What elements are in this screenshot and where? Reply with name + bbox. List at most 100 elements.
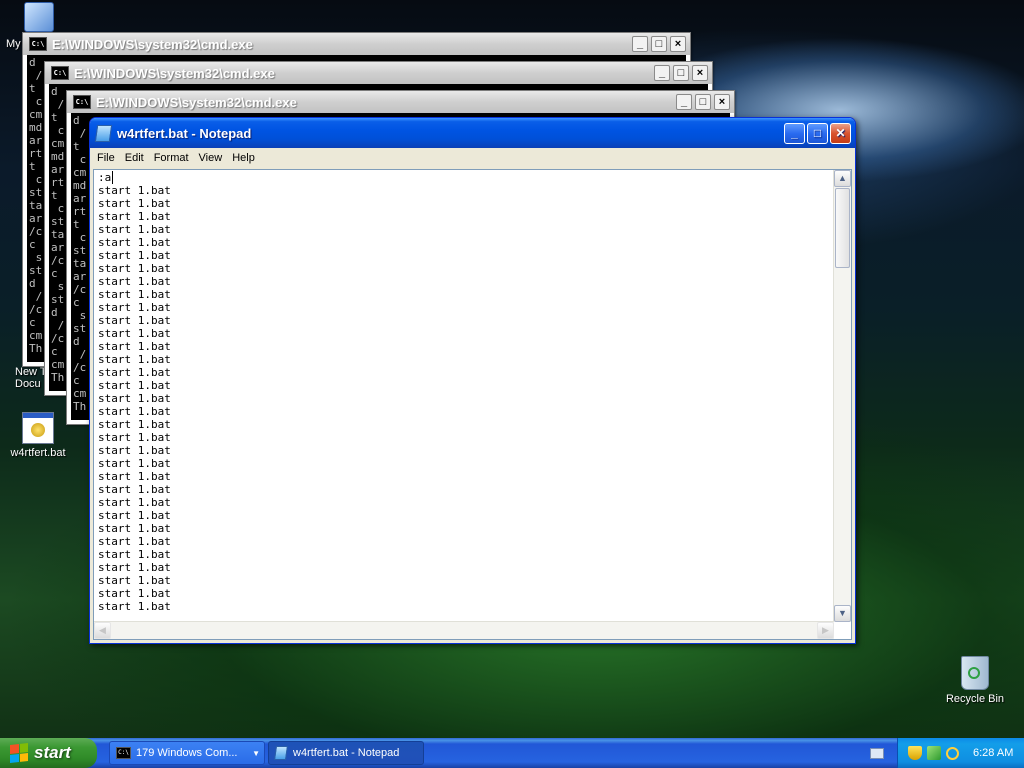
system-tray: 6:28 AM <box>897 738 1024 768</box>
horizontal-scrollbar[interactable]: ◀ ▶ <box>94 621 834 639</box>
window-title: E:\WINDOWS\system32\cmd.exe <box>52 36 253 52</box>
network-icon[interactable] <box>927 746 941 760</box>
cmd-icon: C:\ <box>29 37 47 51</box>
window-title: w4rtfert.bat - Notepad <box>117 125 252 141</box>
minimize-button[interactable]: _ <box>784 122 805 144</box>
windows-logo-icon <box>10 743 28 763</box>
notepad-title-bar[interactable]: w4rtfert.bat - Notepad _ □ ✕ <box>90 118 855 148</box>
text-line: start 1.bat <box>98 405 171 418</box>
text-line: start 1.bat <box>98 496 171 509</box>
menu-bar: File Edit Format View Help <box>90 148 855 168</box>
cmd-title-bar[interactable]: C:\ E:\WINDOWS\system32\cmd.exe _ □ × <box>67 91 734 113</box>
cmd-icon: C:\ <box>116 747 131 759</box>
text-line: start 1.bat <box>98 392 171 405</box>
notepad-window[interactable]: w4rtfert.bat - Notepad _ □ ✕ File Edit F… <box>89 117 856 644</box>
text-caret <box>112 171 114 184</box>
text-line: start 1.bat <box>98 379 171 392</box>
menu-view[interactable]: View <box>194 152 228 164</box>
desktop-icon-bat-file[interactable]: w4rtfert.bat <box>4 412 72 459</box>
cmd-title-bar[interactable]: C:\ E:\WINDOWS\system32\cmd.exe _ □ × <box>45 62 712 84</box>
text-line: start 1.bat <box>98 574 171 587</box>
notepad-icon <box>274 746 288 760</box>
scroll-up-button[interactable]: ▲ <box>834 170 851 187</box>
batch-file-icon <box>22 412 54 444</box>
clock[interactable]: 6:28 AM <box>973 747 1013 759</box>
menu-file[interactable]: File <box>92 152 120 164</box>
text-line: start 1.bat <box>98 236 171 249</box>
minimize-button[interactable]: _ <box>632 36 648 52</box>
text-line: start 1.bat <box>98 366 171 379</box>
cmd-icon: C:\ <box>51 66 69 80</box>
notepad-icon <box>94 124 113 142</box>
text-line: start 1.bat <box>98 444 171 457</box>
text-line: start 1.bat <box>98 197 171 210</box>
taskbar-button-notepad[interactable]: w4rtfert.bat - Notepad <box>268 741 424 765</box>
cmd-title-bar[interactable]: C:\ E:\WINDOWS\system32\cmd.exe _ □ × <box>23 33 690 55</box>
menu-help[interactable]: Help <box>227 152 260 164</box>
text-line: start 1.bat <box>98 210 171 223</box>
scroll-down-button[interactable]: ▼ <box>834 605 851 622</box>
taskbar-button-label: 179 Windows Com... <box>136 747 238 759</box>
start-button[interactable]: start <box>0 738 97 768</box>
text-line: start 1.bat <box>98 184 171 197</box>
vertical-scrollbar[interactable]: ▲ ▼ <box>833 170 851 622</box>
text-line: start 1.bat <box>98 548 171 561</box>
menu-format[interactable]: Format <box>149 152 194 164</box>
desktop-icon-my-computer[interactable]: My <box>6 2 54 50</box>
taskbar: start C:\ 179 Windows Com... ▼ w4rtfert.… <box>0 738 1024 768</box>
close-button[interactable]: × <box>692 65 708 81</box>
window-title: E:\WINDOWS\system32\cmd.exe <box>96 94 297 110</box>
text-line: start 1.bat <box>98 249 171 262</box>
taskbar-button-cmd-group[interactable]: C:\ 179 Windows Com... ▼ <box>109 741 265 765</box>
desktop-icon-label: w4rtfert.bat <box>10 447 66 459</box>
computer-icon <box>24 2 54 32</box>
text-line: start 1.bat <box>98 457 171 470</box>
minimize-button[interactable]: _ <box>676 94 692 110</box>
desktop-icon-recycle-bin[interactable]: Recycle Bin <box>942 656 1008 705</box>
recycle-bin-icon <box>961 656 989 690</box>
scroll-left-button[interactable]: ◀ <box>94 622 111 639</box>
window-title: E:\WINDOWS\system32\cmd.exe <box>74 65 275 81</box>
text-line: start 1.bat <box>98 301 171 314</box>
minimize-button[interactable]: _ <box>654 65 670 81</box>
taskbar-button-label: w4rtfert.bat - Notepad <box>293 747 400 759</box>
maximize-button[interactable]: □ <box>695 94 711 110</box>
text-line: start 1.bat <box>98 327 171 340</box>
scroll-thumb[interactable] <box>835 188 850 268</box>
text-line: start 1.bat <box>98 340 171 353</box>
text-line: start 1.bat <box>98 314 171 327</box>
text-line: start 1.bat <box>98 353 171 366</box>
menu-edit[interactable]: Edit <box>120 152 149 164</box>
cmd-icon: C:\ <box>73 95 91 109</box>
search-icon[interactable] <box>946 746 959 760</box>
start-label: start <box>34 743 71 762</box>
chevron-down-icon: ▼ <box>252 748 260 758</box>
text-line: start 1.bat <box>98 470 171 483</box>
text-line: start 1.bat <box>98 431 171 444</box>
text-line: start 1.bat <box>98 587 171 600</box>
close-button[interactable]: × <box>714 94 730 110</box>
text-line: :a <box>98 171 114 184</box>
desktop-icon-label: My <box>6 38 21 50</box>
scroll-right-button[interactable]: ▶ <box>817 622 834 639</box>
text-line: start 1.bat <box>98 418 171 431</box>
text-line: start 1.bat <box>98 561 171 574</box>
text-line: start 1.bat <box>98 535 171 548</box>
text-line: start 1.bat <box>98 483 171 496</box>
maximize-button[interactable]: □ <box>673 65 689 81</box>
text-line: start 1.bat <box>98 275 171 288</box>
maximize-button[interactable]: □ <box>807 122 828 144</box>
keyboard-icon[interactable] <box>870 748 884 759</box>
close-button[interactable]: × <box>670 36 686 52</box>
text-line: start 1.bat <box>98 223 171 236</box>
text-editor[interactable]: :a start 1.bat start 1.bat start 1.bat start… <box>93 169 852 640</box>
security-shield-icon[interactable] <box>908 746 922 760</box>
editor-text[interactable]: :a start 1.bat start 1.bat start 1.bat start… <box>96 170 833 621</box>
text-line: start 1.bat <box>98 600 171 613</box>
desktop-icon-label: Recycle Bin <box>945 693 1005 705</box>
maximize-button[interactable]: □ <box>651 36 667 52</box>
text-line: start 1.bat <box>98 262 171 275</box>
close-button[interactable]: ✕ <box>830 122 851 144</box>
text-line: start 1.bat <box>98 522 171 535</box>
text-line: start 1.bat <box>98 509 171 522</box>
